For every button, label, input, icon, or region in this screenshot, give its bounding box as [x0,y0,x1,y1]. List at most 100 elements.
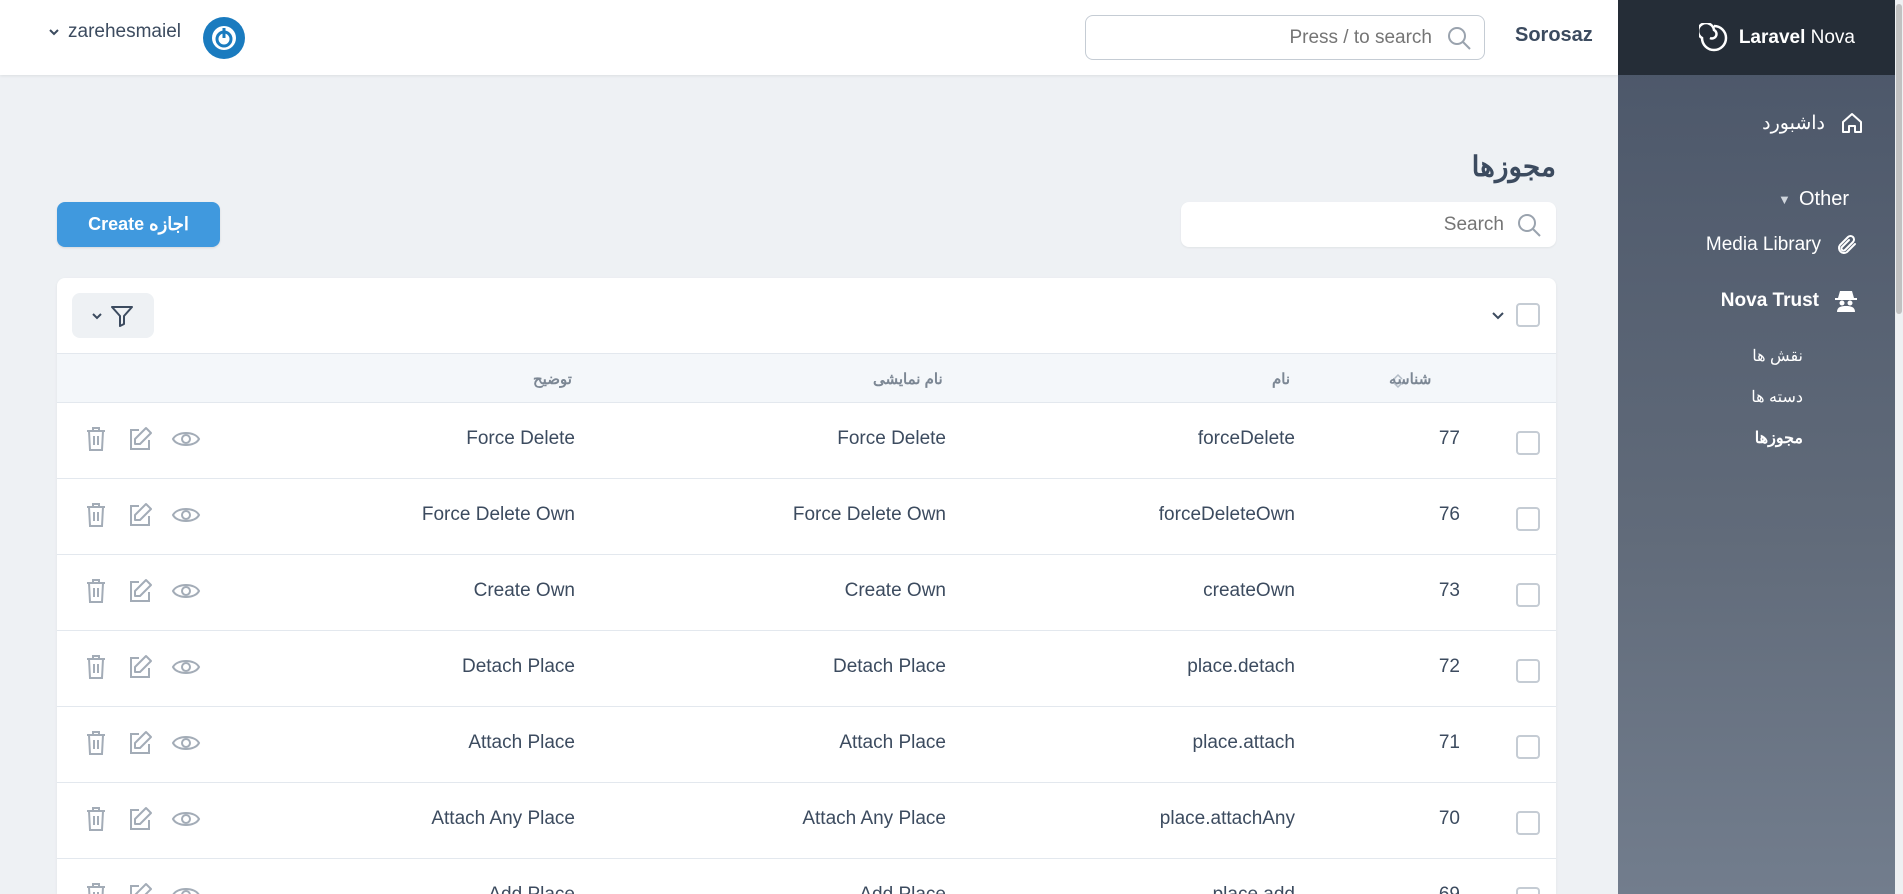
sidebar-group-label: Other [1798,188,1849,210]
search-icon [1448,26,1471,50]
edit-icon[interactable] [127,501,153,529]
brand-suffix: Nova [1810,26,1855,48]
table-row[interactable]: 70 place.attachAny Attach Any Place Attach … [57,783,1556,859]
table-row[interactable]: 76 forceDeleteOwn Force Delete Own Force De… [57,479,1556,555]
row-actions [83,729,201,757]
cell-id: 77 [1438,428,1460,449]
scrollbar[interactable] [1895,0,1903,894]
view-icon[interactable] [171,881,201,894]
global-search-input[interactable] [1112,26,1432,49]
table-row[interactable]: 69 place.add Add Place Add Place [57,859,1556,894]
view-icon[interactable] [171,805,201,833]
spy-icon [1835,291,1857,312]
delete-icon[interactable] [83,425,109,453]
scrollbar-thumb[interactable] [1896,4,1902,314]
row-actions [83,577,201,605]
column-header-description: توضیح [533,371,572,388]
edit-icon[interactable] [127,577,153,605]
sidebar-item-dashboard[interactable]: داشبورد [1618,110,1895,136]
row-checkbox[interactable] [1516,735,1540,759]
avatar[interactable] [203,17,245,59]
table-row[interactable]: 77 forceDelete Force Delete Force Delete [57,403,1556,479]
chevron-down-icon [92,312,102,319]
delete-icon[interactable] [83,577,109,605]
edit-icon[interactable] [127,805,153,833]
resource-search[interactable] [1181,202,1556,247]
column-header-name: نام [1272,371,1291,388]
row-checkbox[interactable] [1516,583,1540,607]
nova-logo-icon [1698,22,1728,51]
sidebar-item-media-library[interactable]: Media Library [1618,233,1895,257]
sidebar-group-other[interactable]: Other ▼ [1618,188,1895,211]
page-title: مجوزها [1471,151,1556,182]
cell-description: Create Own [473,580,575,601]
delete-icon[interactable] [83,805,109,833]
cell-description: Add Place [488,884,575,894]
view-icon[interactable] [171,729,201,757]
resource-table-card: شناسه نام نام نمایشی توضیح 77 forceDelete… [57,278,1556,894]
filter-icon [111,305,133,327]
table-row[interactable]: 72 place.detach Detach Place Detach Place [57,631,1556,707]
site-name[interactable]: Sorosaz [1515,24,1593,47]
username: zarehesmaiel [68,21,181,42]
edit-icon[interactable] [127,729,153,757]
cell-id: 76 [1438,504,1460,525]
sort-icon[interactable] [1392,372,1404,390]
filter-button[interactable] [72,293,154,338]
resource-search-input[interactable] [1204,213,1504,236]
sidebar-item-label: Media Library [1705,234,1821,255]
row-checkbox[interactable] [1516,887,1540,894]
edit-icon[interactable] [127,881,153,894]
user-menu[interactable]: zarehesmaiel [48,21,181,43]
cell-name: createOwn [1203,580,1295,601]
table-row[interactable]: 71 place.attach Attach Place Attach Place [57,707,1556,783]
create-permission-button[interactable]: Create اجازه [57,202,220,247]
edit-icon[interactable] [127,425,153,453]
sidebar-item-roles[interactable]: نقش ها [1618,346,1895,366]
view-icon[interactable] [171,501,201,529]
row-checkbox[interactable] [1516,431,1540,455]
home-icon [1842,113,1862,133]
view-icon[interactable] [171,577,201,605]
delete-icon[interactable] [83,653,109,681]
row-actions [83,501,201,529]
row-checkbox[interactable] [1516,659,1540,683]
cell-display-name: Create Own [844,580,946,601]
cell-display-name: Attach Place [839,732,946,753]
cell-name: place.attachAny [1159,808,1295,829]
sidebar-item-permissions[interactable]: مجوزها [1618,428,1895,448]
cell-id: 72 [1438,656,1460,677]
delete-icon[interactable] [83,881,109,894]
row-actions [83,653,201,681]
cell-description: Attach Place [468,732,575,753]
select-all-checkbox[interactable] [1516,303,1540,327]
sidebar-item-nova-trust[interactable]: Nova Trust [1618,288,1895,314]
sidebar-item-label: Nova Trust [1720,290,1819,311]
select-menu-chevron-icon[interactable] [1491,308,1505,322]
cell-display-name: Attach Any Place [802,808,946,829]
row-actions [83,425,201,453]
global-search[interactable] [1085,15,1485,60]
cell-description: Attach Any Place [431,808,575,829]
brand-logo[interactable]: Laravel Nova [1618,0,1895,75]
row-checkbox[interactable] [1516,811,1540,835]
cell-name: forceDeleteOwn [1158,504,1295,525]
delete-icon[interactable] [83,729,109,757]
table-header: شناسه نام نام نمایشی توضیح [57,353,1556,403]
column-header-display-name: نام نمایشی [873,371,943,388]
row-actions [83,805,201,833]
chevron-down-icon [49,29,59,36]
table-row[interactable]: 73 createOwn Create Own Create Own [57,555,1556,631]
cell-name: forceDelete [1197,428,1295,449]
delete-icon[interactable] [83,501,109,529]
view-icon[interactable] [171,425,201,453]
edit-icon[interactable] [127,653,153,681]
view-icon[interactable] [171,653,201,681]
row-checkbox[interactable] [1516,507,1540,531]
cell-id: 70 [1438,808,1460,829]
cell-display-name: Force Delete Own [792,504,946,525]
sidebar-item-groups[interactable]: دسته ها [1618,387,1895,407]
cell-id: 71 [1438,732,1460,753]
cell-id: 73 [1438,580,1460,601]
cell-description: Force Delete Own [421,504,575,525]
